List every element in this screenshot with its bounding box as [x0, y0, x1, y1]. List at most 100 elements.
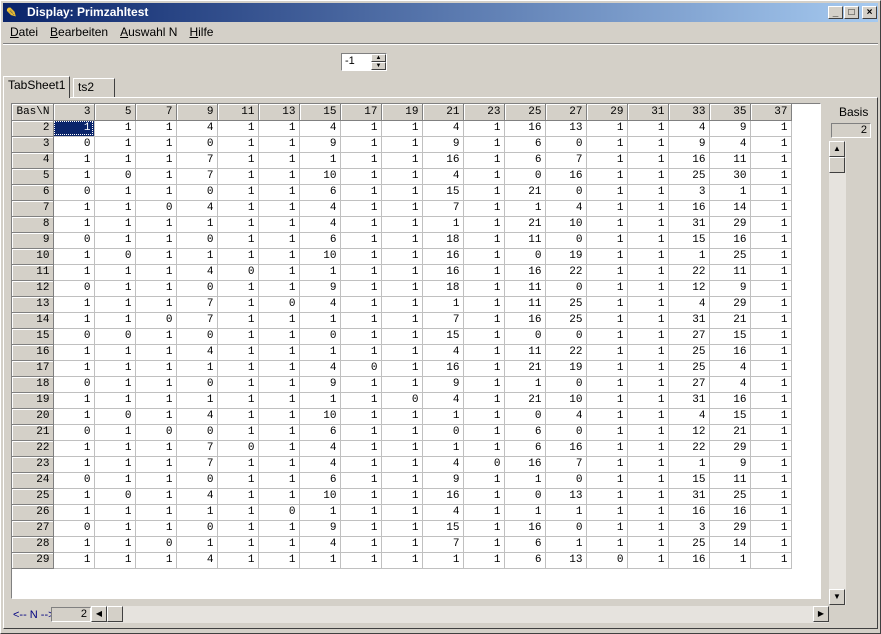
grid-cell[interactable]: 4	[668, 408, 710, 425]
grid-cell[interactable]: 1	[586, 472, 628, 489]
grid-cell[interactable]: 19	[545, 248, 587, 265]
grid-cell[interactable]: 4	[422, 120, 464, 137]
grid-cell[interactable]: 1	[750, 184, 792, 201]
grid-cell[interactable]: 1	[176, 392, 218, 409]
grid-cell[interactable]: 1	[750, 168, 792, 185]
grid-cell[interactable]: 0	[340, 360, 382, 377]
grid-cell[interactable]: 1	[258, 216, 300, 233]
grid-cell[interactable]: 4	[299, 120, 341, 137]
grid-cell[interactable]: 1	[340, 120, 382, 137]
grid-cell[interactable]: 4	[176, 344, 218, 361]
grid-cell[interactable]: 1	[53, 248, 95, 265]
grid-cell[interactable]: 6	[504, 552, 546, 569]
grid-cell[interactable]: 1	[381, 488, 423, 505]
grid-cell[interactable]: 1	[422, 440, 464, 457]
grid-cell[interactable]: 1	[586, 168, 628, 185]
grid-cell[interactable]: 11	[504, 344, 546, 361]
grid-cell[interactable]: 15	[422, 520, 464, 537]
grid-cell[interactable]: 4	[176, 120, 218, 137]
grid-cell[interactable]: 1	[299, 264, 341, 281]
grid-cell[interactable]: 1	[463, 120, 505, 137]
grid-cell[interactable]: 1	[750, 488, 792, 505]
grid-cell[interactable]: 1	[340, 200, 382, 217]
minimize-button[interactable]: _	[828, 6, 843, 19]
grid-cell[interactable]: 1	[463, 168, 505, 185]
grid-cell[interactable]: 1	[504, 472, 546, 489]
grid-cell[interactable]: 1	[381, 248, 423, 265]
grid-cell[interactable]: 1	[463, 520, 505, 537]
grid-cell[interactable]: 21	[709, 424, 751, 441]
grid-cell[interactable]: 1	[258, 440, 300, 457]
grid-cell[interactable]: 13	[545, 552, 587, 569]
grid-cell[interactable]: 1	[94, 216, 136, 233]
grid-cell[interactable]: 1	[258, 488, 300, 505]
grid-cell[interactable]: 7	[422, 200, 464, 217]
grid-cell[interactable]: 1	[258, 536, 300, 553]
grid-cell[interactable]: 1	[217, 328, 259, 345]
grid-cell[interactable]: 1	[217, 184, 259, 201]
grid-cell[interactable]: 1	[750, 520, 792, 537]
grid-cell[interactable]: 1	[627, 216, 669, 233]
grid-cell[interactable]: 1	[463, 296, 505, 313]
grid-cell[interactable]: 1	[463, 488, 505, 505]
grid-cell[interactable]: 1	[668, 248, 710, 265]
grid-cell[interactable]: 16	[504, 312, 546, 329]
grid-cell[interactable]: 16	[422, 152, 464, 169]
grid-cell[interactable]: 1	[381, 424, 423, 441]
grid-cell[interactable]: 1	[586, 280, 628, 297]
grid-cell[interactable]: 1	[750, 456, 792, 473]
grid-cell[interactable]: 1	[217, 344, 259, 361]
grid-cell[interactable]: 7	[176, 296, 218, 313]
grid-cell[interactable]: 1	[627, 312, 669, 329]
column-header[interactable]: 9	[176, 104, 218, 121]
grid-cell[interactable]: 1	[750, 536, 792, 553]
grid-cell[interactable]: 6	[504, 440, 546, 457]
grid-cell[interactable]: 9	[422, 136, 464, 153]
grid-cell[interactable]: 1	[627, 488, 669, 505]
grid-cell[interactable]: 1	[217, 296, 259, 313]
grid-cell[interactable]: 1	[381, 344, 423, 361]
grid-cell[interactable]: 1	[53, 392, 95, 409]
grid-cell[interactable]: 1	[176, 504, 218, 521]
column-header[interactable]: 11	[217, 104, 259, 121]
grid-cell[interactable]: 1	[750, 472, 792, 489]
grid-cell[interactable]: 4	[422, 456, 464, 473]
grid-cell[interactable]: 1	[94, 264, 136, 281]
grid-cell[interactable]: 4	[299, 440, 341, 457]
grid-cell[interactable]: 1	[627, 536, 669, 553]
grid-cell[interactable]: 1	[135, 216, 177, 233]
grid-cell[interactable]: 0	[258, 504, 300, 521]
grid-cell[interactable]: 6	[299, 232, 341, 249]
grid-cell[interactable]: 6	[299, 424, 341, 441]
grid-cell[interactable]: 1	[627, 344, 669, 361]
grid-cell[interactable]: 1	[709, 184, 751, 201]
grid-cell[interactable]: 1	[94, 136, 136, 153]
grid-cell[interactable]: 1	[340, 328, 382, 345]
vertical-scrollbar[interactable]: ▲ ▼	[829, 141, 846, 605]
grid-cell[interactable]: 18	[422, 280, 464, 297]
row-header[interactable]: 12	[12, 280, 54, 297]
row-header[interactable]: 13	[12, 296, 54, 313]
column-header[interactable]: 27	[545, 104, 587, 121]
grid-cell[interactable]: 1	[463, 328, 505, 345]
grid-cell[interactable]: 1	[750, 200, 792, 217]
grid-cell[interactable]: 0	[217, 440, 259, 457]
grid-cell[interactable]: 1	[135, 232, 177, 249]
grid-cell[interactable]: 21	[504, 184, 546, 201]
grid-cell[interactable]: 0	[504, 488, 546, 505]
grid-cell[interactable]: 7	[545, 456, 587, 473]
grid-cell[interactable]: 6	[504, 536, 546, 553]
grid-cell[interactable]: 1	[53, 408, 95, 425]
grid-cell[interactable]: 1	[463, 440, 505, 457]
grid-cell[interactable]: 1	[94, 184, 136, 201]
grid-cell[interactable]: 16	[422, 264, 464, 281]
grid-cell[interactable]: 1	[340, 168, 382, 185]
grid-cell[interactable]: 1	[463, 152, 505, 169]
grid-cell[interactable]: 9	[422, 472, 464, 489]
grid-cell[interactable]: 6	[504, 424, 546, 441]
grid-cell[interactable]: 16	[422, 360, 464, 377]
column-header[interactable]: 3	[53, 104, 95, 121]
tab-ts2[interactable]: ts2	[73, 78, 115, 97]
grid-cell[interactable]: 1	[94, 376, 136, 393]
grid-cell[interactable]: 1	[94, 552, 136, 569]
